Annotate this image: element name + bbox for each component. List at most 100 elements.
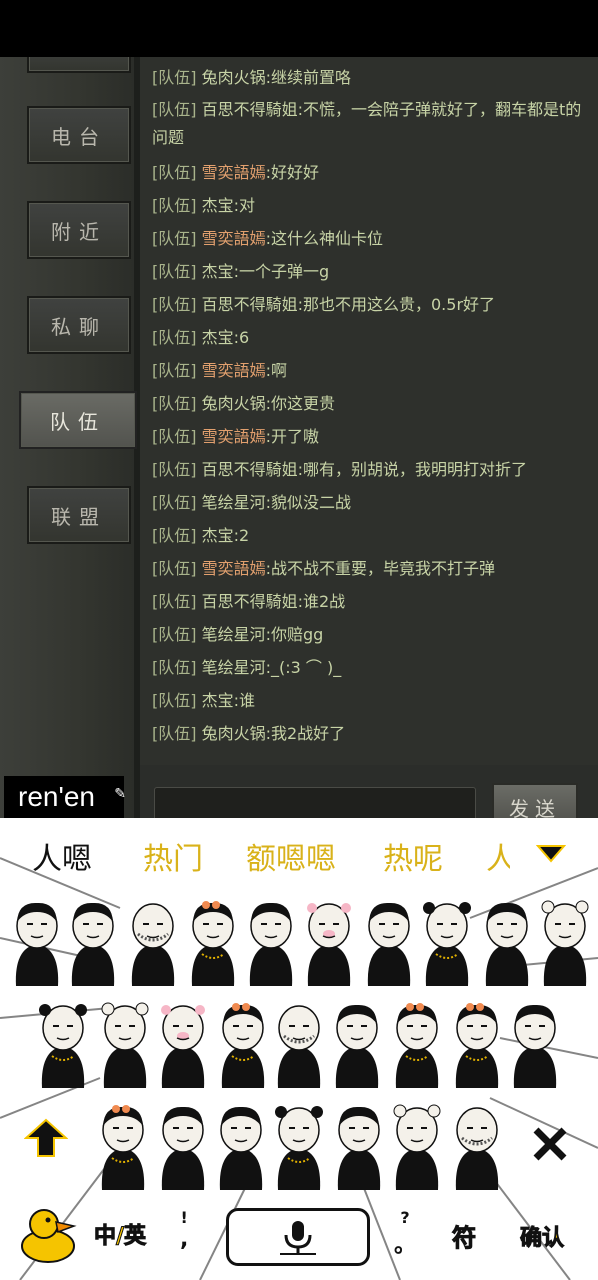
sticker-item[interactable] <box>156 1102 210 1194</box>
chat-message[interactable]: [队伍] 笔绘星河:_(:3 ⌒ )_ <box>152 651 582 684</box>
sticker-item[interactable] <box>390 1000 444 1092</box>
sticker-item[interactable] <box>126 898 180 990</box>
sticker-item[interactable] <box>96 1102 150 1194</box>
candidate-2[interactable]: 热门 <box>143 834 203 878</box>
sender-name[interactable]: 百思不得騎姐 <box>202 460 298 479</box>
close-icon[interactable] <box>530 1124 570 1164</box>
sticker-item[interactable] <box>216 1000 270 1092</box>
candidate-4[interactable]: 热呢 <box>383 834 443 878</box>
sticker-item[interactable] <box>10 898 64 990</box>
chat-message[interactable]: [队伍] 杰宝:谁 <box>152 684 582 717</box>
punct-key-2[interactable]: ? 。 <box>394 1208 416 1259</box>
sender-name[interactable]: 杰宝 <box>202 262 234 281</box>
message-text: :战不战不重要，毕竟我不打子弹 <box>265 559 496 578</box>
sticker-item[interactable] <box>66 898 120 990</box>
chevron-down-icon[interactable] <box>536 844 566 864</box>
pencil-icon[interactable]: ✎ <box>114 772 126 814</box>
chat-message[interactable]: [队伍] 笔绘星河:貌似没二战 <box>152 486 582 519</box>
sender-name[interactable]: 雪奕語嫣 <box>202 559 266 578</box>
sender-name[interactable]: 雪奕語嫣 <box>202 361 266 380</box>
chat-message[interactable]: [队伍] 杰宝:2 <box>152 519 582 552</box>
voice-input-button[interactable] <box>226 1208 370 1266</box>
sender-name[interactable]: 杰宝 <box>202 196 234 215</box>
sender-name[interactable]: 雪奕語嫣 <box>202 427 266 446</box>
sender-name[interactable]: 百思不得騎姐 <box>202 592 298 611</box>
tab-radio[interactable]: 电台 <box>27 106 131 164</box>
sender-name[interactable]: 杰宝 <box>202 691 234 710</box>
chat-message[interactable]: [队伍] 百思不得騎姐:那也不用这么贵，0.5r好了 <box>152 288 582 321</box>
chat-message[interactable]: [队伍] 雪奕語嫣:啊 <box>152 354 582 387</box>
tab-team[interactable]: 队伍 <box>19 391 137 449</box>
sticker-item[interactable] <box>156 1000 210 1092</box>
sticker-item[interactable] <box>450 1000 504 1092</box>
sticker-item[interactable] <box>214 1102 268 1194</box>
channel-tag: [队伍] <box>152 625 197 644</box>
channel-tag: [队伍] <box>152 100 197 119</box>
sticker-item[interactable] <box>98 1000 152 1092</box>
sticker-item[interactable] <box>450 1102 504 1194</box>
sender-name[interactable]: 杰宝 <box>202 328 234 347</box>
send-button[interactable]: 发送 <box>492 783 578 818</box>
chat-message[interactable]: [队伍] 杰宝:一个子弹一g <box>152 255 582 288</box>
chat-message[interactable]: [队伍] 杰宝:6 <box>152 321 582 354</box>
sticker-item[interactable] <box>508 1000 562 1092</box>
sticker-item[interactable] <box>272 1000 326 1092</box>
symbol-button[interactable]: 符 <box>452 1218 477 1253</box>
up-arrow-icon[interactable] <box>24 1118 68 1158</box>
sender-name[interactable]: 雪奕語嫣 <box>202 229 266 248</box>
chat-message[interactable]: [队伍] 杰宝:对 <box>152 189 582 222</box>
sticker-item[interactable] <box>244 898 298 990</box>
sticker-item[interactable] <box>332 1102 386 1194</box>
chat-message[interactable]: [队伍] 笔绘星河:你赔gg <box>152 618 582 651</box>
chat-message[interactable]: [队伍] 百思不得騎姐:谁2战 <box>152 585 582 618</box>
sticker-item[interactable] <box>390 1102 444 1194</box>
sender-name[interactable]: 杰宝 <box>202 526 234 545</box>
candidate-5[interactable]: 人 <box>486 834 510 878</box>
sticker-item[interactable] <box>420 898 474 990</box>
chat-message[interactable]: [队伍] 雪奕語嫣:这什么神仙卡位 <box>152 222 582 255</box>
channel-tag: [队伍] <box>152 526 197 545</box>
tab-private[interactable]: 私聊 <box>27 296 131 354</box>
chat-message[interactable]: [队伍] 雪奕語嫣:开了嗷 <box>152 420 582 453</box>
sender-name[interactable]: 兔肉火锅 <box>202 724 266 743</box>
lang-switch-button[interactable]: 中/英 <box>93 1218 146 1250</box>
chat-message[interactable]: [队伍] 兔肉火锅:继续前置咯 <box>152 61 582 94</box>
sender-name[interactable]: 兔肉火锅 <box>202 394 266 413</box>
duck-logo-icon[interactable] <box>18 1204 80 1264</box>
channel-tag: [队伍] <box>152 196 197 215</box>
sticker-item[interactable] <box>186 898 240 990</box>
sticker-item[interactable] <box>272 1102 326 1194</box>
chat-input[interactable] <box>154 787 476 818</box>
sender-name[interactable]: 笔绘星河 <box>202 493 266 512</box>
sender-name[interactable]: 兔肉火锅 <box>202 68 266 87</box>
punct-1-top: ! <box>180 1208 188 1227</box>
tab-nearby[interactable]: 附近 <box>27 201 131 259</box>
tab-partial-top[interactable] <box>27 57 131 73</box>
sender-name[interactable]: 笔绘星河 <box>202 658 266 677</box>
chat-message[interactable]: [队伍] 百思不得騎姐:不慌，一会陪子弹就好了，翻车都是t的问题 <box>152 96 582 152</box>
sticker-item[interactable] <box>362 898 416 990</box>
confirm-label: 确认 <box>519 1226 565 1252</box>
sticker-item[interactable] <box>480 898 534 990</box>
channel-tag: [队伍] <box>152 493 197 512</box>
sender-name[interactable]: 百思不得騎姐 <box>202 295 298 314</box>
candidate-3[interactable]: 额嗯嗯 <box>246 834 336 878</box>
candidate-1[interactable]: 人嗯 <box>32 834 92 878</box>
message-text: :我2战好了 <box>265 724 346 743</box>
sticker-item[interactable] <box>36 1000 90 1092</box>
punct-key-1[interactable]: ! , <box>180 1208 188 1252</box>
sender-name[interactable]: 笔绘星河 <box>202 625 266 644</box>
ime-composing-text: ren'en ✎ <box>4 776 126 818</box>
sticker-item[interactable] <box>302 898 356 990</box>
sticker-item[interactable] <box>538 898 592 990</box>
chat-message[interactable]: [队伍] 雪奕語嫣:战不战不重要，毕竟我不打子弹 <box>152 552 582 585</box>
confirm-button[interactable]: 确认 <box>519 1220 565 1252</box>
chat-message[interactable]: [队伍] 兔肉火锅:你这更贵 <box>152 387 582 420</box>
chat-message[interactable]: [队伍] 百思不得騎姐:哪有，别胡说，我明明打对折了 <box>152 453 582 486</box>
chat-message[interactable]: [队伍] 兔肉火锅:我2战好了 <box>152 717 582 750</box>
sender-name[interactable]: 雪奕語嫣 <box>202 163 266 182</box>
sticker-item[interactable] <box>330 1000 384 1092</box>
chat-message[interactable]: [队伍] 雪奕語嫣:好好好 <box>152 156 582 189</box>
tab-alliance[interactable]: 联盟 <box>27 486 131 544</box>
sender-name[interactable]: 百思不得騎姐 <box>202 100 298 119</box>
